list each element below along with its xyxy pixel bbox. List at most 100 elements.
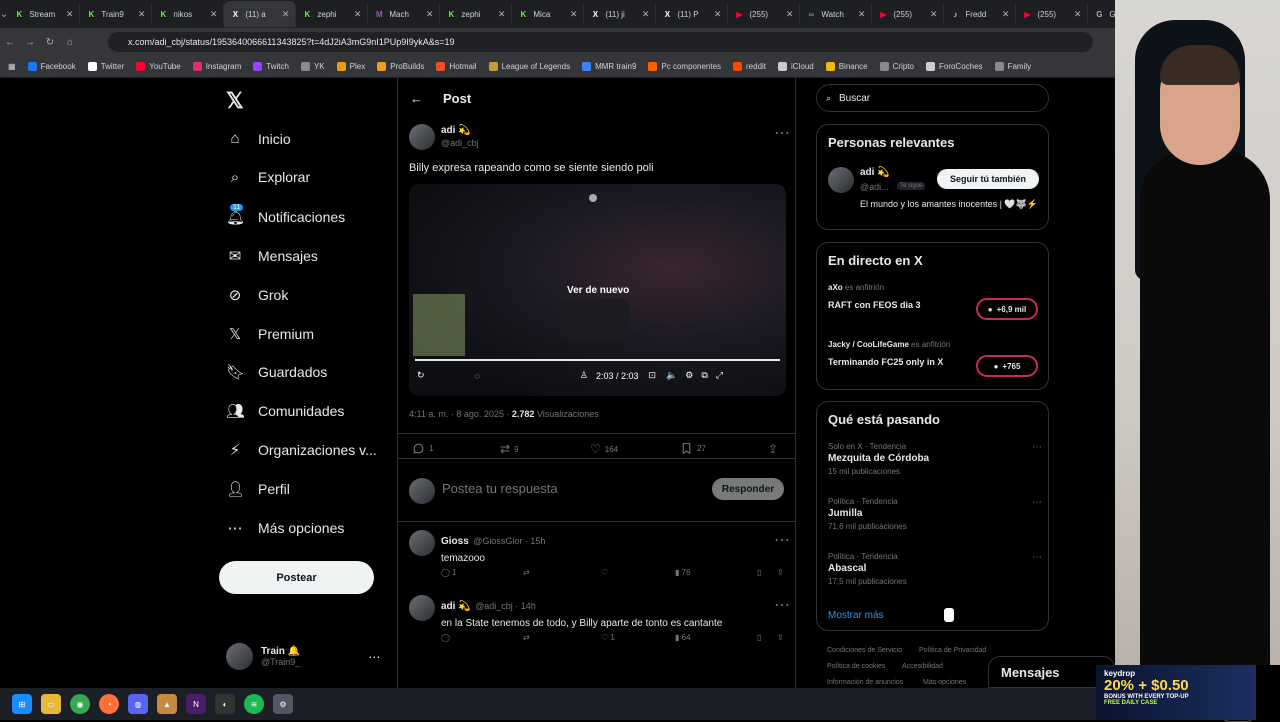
reply-icon[interactable]: ◯ — [441, 633, 523, 642]
footer-link[interactable]: Accesibilidad — [902, 663, 943, 670]
trend-item[interactable]: Solo en X · Tendencia Mezquita de Córdoba… — [828, 442, 1042, 476]
account-switcher[interactable]: Train 🔔 @Train9_ ⋯ — [226, 643, 380, 670]
reply-button[interactable]: Responder — [712, 478, 784, 500]
live-space-item[interactable]: aXo es anfitrión RAFT con FEOS dia 3 ● +6… — [828, 283, 1042, 333]
bookmark-item[interactable]: Instagram — [192, 62, 241, 71]
replay-icon[interactable]: ↻ — [417, 370, 425, 381]
browser-tab[interactable]: ∞ Watch ✕ — [800, 3, 873, 25]
browser-tab[interactable]: Kzephi ✕ — [296, 3, 369, 25]
browser-tab[interactable]: X (11) P ✕ — [656, 3, 729, 25]
chrome-icon[interactable]: ◉ — [70, 694, 90, 714]
tab-close-icon[interactable]: ✕ — [1074, 9, 1082, 20]
bookmark-item[interactable]: iCloud — [778, 62, 814, 71]
footer-link[interactable]: Más opciones — [923, 679, 966, 686]
nav-item-more[interactable]: ⋯ Más opciones — [226, 519, 345, 537]
reload-icon[interactable]: ↻ — [40, 37, 60, 48]
nav-item-search[interactable]: ⌕ Explorar — [226, 169, 310, 186]
more-icon[interactable]: ⋯ — [368, 650, 380, 664]
apps-grid-icon[interactable]: ▦ — [8, 62, 16, 71]
video-progress-bar[interactable] — [415, 359, 780, 361]
live-listeners-pill[interactable]: ● +6,9 mil — [976, 298, 1038, 320]
browser-tab[interactable]: Knikos ✕ — [152, 3, 225, 25]
x-logo-icon[interactable]: 𝕏 — [226, 88, 244, 114]
bookmark-item[interactable]: Binance — [825, 62, 868, 71]
nav-item-grok[interactable]: ⊘ Grok — [226, 286, 289, 304]
tab-close-icon[interactable]: ✕ — [1002, 9, 1010, 20]
post-button[interactable]: Postear — [219, 561, 374, 594]
trend-item[interactable]: Política · Tendencia Abascal 17,5 mil publ… — [828, 552, 1042, 586]
browser-tab[interactable]: Kzephi ✕ — [440, 3, 513, 25]
browser-tab[interactable]: K Mica ✕ — [512, 3, 585, 25]
browser-tab[interactable]: GGivea✕ — [1088, 3, 1115, 25]
reply-action[interactable]: 1 — [412, 442, 433, 455]
file-explorer-icon[interactable]: ▭ — [41, 694, 61, 714]
bookmark-item[interactable]: ForoCoches — [925, 62, 983, 71]
bookmark-item[interactable]: Facebook — [27, 62, 76, 71]
like-action[interactable]: ♡ 164 — [590, 442, 618, 456]
game-launcher-icon[interactable]: ▲ — [157, 694, 177, 714]
footer-link[interactable]: Política de Privacidad — [919, 647, 986, 654]
settings-gear-icon[interactable]: ⚙ — [273, 694, 293, 714]
footer-link[interactable]: Política de cookies — [827, 663, 885, 670]
bookmark-item[interactable]: reddit — [733, 62, 766, 71]
follow-back-button[interactable]: Seguir tú también — [937, 169, 1039, 189]
volume-icon[interactable]: 🔈 — [666, 370, 677, 381]
bookmark-item[interactable]: Twitch — [253, 62, 289, 71]
bookmark-item[interactable]: MMR train9 — [582, 62, 636, 71]
tab-close-icon[interactable]: ✕ — [138, 9, 146, 20]
post-more-icon[interactable]: ⋯ — [774, 123, 790, 143]
tab-close-icon[interactable]: ✕ — [498, 9, 506, 20]
back-icon[interactable]: ← — [0, 37, 20, 48]
avatar[interactable] — [828, 167, 854, 193]
firefox-icon[interactable]: ◔ — [99, 694, 119, 714]
nav-item-mail[interactable]: ✉ Mensajes — [226, 247, 318, 265]
heart-icon[interactable]: ♡ — [601, 568, 675, 577]
browser-tab[interactable]: K Stream ✕ — [8, 3, 81, 25]
browser-tab[interactable]: ♪ Fredd ✕ — [944, 3, 1017, 25]
tab-close-icon[interactable]: ✕ — [714, 9, 722, 20]
share-icon[interactable]: ⇪ — [777, 633, 784, 642]
live-space-item[interactable]: Jacky / CooLifeGame es anfitrión Termina… — [828, 340, 1042, 390]
browser-tab[interactable]: X (11) a ✕ — [224, 1, 297, 27]
bookmark-item[interactable]: Cripto — [879, 62, 914, 71]
show-more-link[interactable]: Mostrar más — [828, 610, 884, 621]
bookmark-item[interactable]: YouTube — [136, 62, 181, 71]
replay-overlay-label[interactable]: Ver de nuevo — [567, 285, 629, 296]
footer-link[interactable]: Condiciones de Servicio — [827, 647, 902, 654]
tab-list-chevron-icon[interactable]: ⌄ — [0, 9, 8, 20]
trend-more-icon[interactable]: ⋯ — [1032, 497, 1042, 508]
reply-more-icon[interactable]: ⋯ — [774, 530, 790, 550]
author-name[interactable]: adi 💫 — [441, 125, 479, 136]
footer-link[interactable]: Información de anuncios — [827, 679, 903, 686]
nav-item-bell[interactable]: 🔔︎ Notificaciones — [226, 208, 345, 226]
bookmark-action[interactable]: 27 — [680, 442, 706, 455]
browser-tab[interactable]: ▶ (255) ✕ — [872, 3, 945, 25]
trend-more-icon[interactable]: ⋯ — [1032, 442, 1042, 453]
nav-item-people[interactable]: 👥︎ Comunidades — [226, 402, 344, 420]
bookmark-item[interactable]: ProBuilds — [377, 62, 424, 71]
browser-tab[interactable]: ▶ (255) ✕ — [728, 3, 801, 25]
browser-tab[interactable]: M Mach ✕ — [368, 3, 441, 25]
bookmark-icon[interactable]: ▯ — [757, 568, 777, 577]
forward-icon[interactable]: → — [20, 37, 40, 48]
trend-item[interactable]: Política · Tendencia Jumilla 71,6 mil publ… — [828, 497, 1042, 531]
author-avatar[interactable] — [409, 124, 435, 150]
bookmark-item[interactable]: Plex — [336, 62, 365, 71]
bookmark-item[interactable]: YK — [300, 62, 325, 71]
tab-close-icon[interactable]: ✕ — [642, 9, 650, 20]
views-icon[interactable]: ▮ 76 — [675, 568, 757, 577]
pip-icon[interactable]: ⧉ — [701, 370, 707, 381]
relevant-name[interactable]: adi 💫 — [860, 167, 890, 178]
search-input[interactable]: ⌕ Buscar — [816, 84, 1049, 112]
tab-close-icon[interactable]: ✕ — [354, 9, 362, 20]
reply-input[interactable] — [442, 481, 702, 496]
nav-item-person[interactable]: 👤︎ Perfil — [226, 480, 290, 498]
tab-close-icon[interactable]: ✕ — [282, 9, 290, 20]
bookmark-icon[interactable]: ▯ — [757, 633, 777, 642]
author-handle[interactable]: @adi_cbj — [441, 138, 479, 148]
repost-action[interactable]: ⇄ 9 — [500, 442, 519, 456]
nzxt-icon[interactable]: N — [186, 694, 206, 714]
video-player[interactable]: Ver de nuevo ↻ ◌ ♙ 2:03 / 2:03 ⊡ 🔈 ⚙ ⧉ ⤢ — [409, 184, 786, 396]
url-field[interactable]: x.com/adi_cbj/status/1953640066611343825… — [108, 32, 1093, 52]
settings-icon[interactable]: ⚙ — [685, 370, 693, 381]
